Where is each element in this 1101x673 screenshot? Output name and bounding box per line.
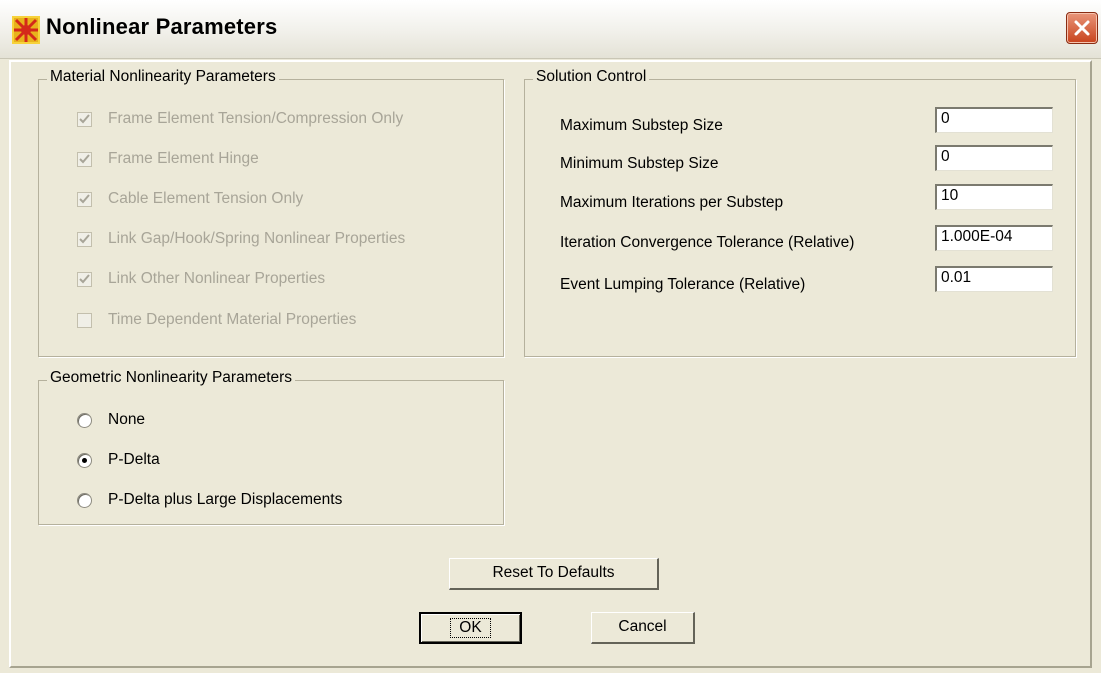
radio-button[interactable]	[77, 453, 92, 468]
material-group-legend: Material Nonlinearity Parameters	[47, 68, 279, 86]
reset-to-defaults-button[interactable]: Reset To Defaults	[449, 558, 659, 590]
cancel-button[interactable]: Cancel	[591, 612, 695, 644]
radio-label: None	[108, 411, 146, 428]
radio-button[interactable]	[77, 413, 92, 428]
radio-button[interactable]	[77, 493, 92, 508]
max-substep-size-input[interactable]: 0	[935, 107, 1053, 133]
max-iterations-label: Maximum Iterations per Substep	[560, 194, 784, 211]
app-logo-icon	[12, 16, 40, 44]
geometric-nonlinearity-group: Geometric Nonlinearity Parameters None P…	[38, 369, 504, 525]
checkbox-box[interactable]	[77, 192, 92, 207]
checkbox-label: Link Gap/Hook/Spring Nonlinear Propertie…	[108, 230, 406, 247]
min-substep-size-input[interactable]: 0	[935, 145, 1053, 171]
checkbox-label: Cable Element Tension Only	[108, 190, 304, 207]
checkbox-label: Frame Element Hinge	[108, 150, 259, 167]
close-button[interactable]	[1066, 12, 1098, 44]
min-substep-size-label: Minimum Substep Size	[560, 155, 719, 172]
radio-selected-dot	[82, 458, 87, 463]
window-title: Nonlinear Parameters	[46, 14, 278, 39]
material-nonlinearity-group: Material Nonlinearity Parameters Frame E…	[38, 68, 504, 357]
max-substep-size-label: Maximum Substep Size	[560, 117, 723, 134]
radio-label: P-Delta	[108, 451, 160, 468]
checkbox-box[interactable]	[77, 232, 92, 247]
checkbox-label: Frame Element Tension/Compression Only	[108, 110, 404, 127]
event-lumping-tolerance-label: Event Lumping Tolerance (Relative)	[560, 276, 806, 293]
geometric-group-legend: Geometric Nonlinearity Parameters	[47, 369, 296, 387]
radio-label: P-Delta plus Large Displacements	[108, 491, 343, 508]
solution-group-legend: Solution Control	[533, 68, 650, 86]
ok-button[interactable]: OK	[419, 612, 522, 644]
title-bar[interactable]: Nonlinear Parameters	[0, 0, 1101, 59]
checkbox-label: Link Other Nonlinear Properties	[108, 270, 326, 287]
checkbox-box[interactable]	[77, 272, 92, 287]
solution-control-group: Solution Control Maximum Substep Size 0 …	[524, 68, 1076, 357]
convergence-tolerance-label: Iteration Convergence Tolerance (Relativ…	[560, 234, 855, 251]
close-icon	[1074, 20, 1090, 36]
checkbox-box[interactable]	[77, 112, 92, 127]
event-lumping-tolerance-input[interactable]: 0.01	[935, 266, 1053, 292]
max-iterations-input[interactable]: 10	[935, 184, 1053, 210]
checkbox-box[interactable]	[77, 152, 92, 167]
dialog-body: Material Nonlinearity Parameters Frame E…	[9, 60, 1092, 668]
checkbox-label: Time Dependent Material Properties	[108, 311, 357, 328]
ok-button-label: OK	[450, 618, 491, 638]
convergence-tolerance-input[interactable]: 1.000E-04	[935, 225, 1053, 251]
checkbox-box[interactable]	[77, 313, 92, 328]
